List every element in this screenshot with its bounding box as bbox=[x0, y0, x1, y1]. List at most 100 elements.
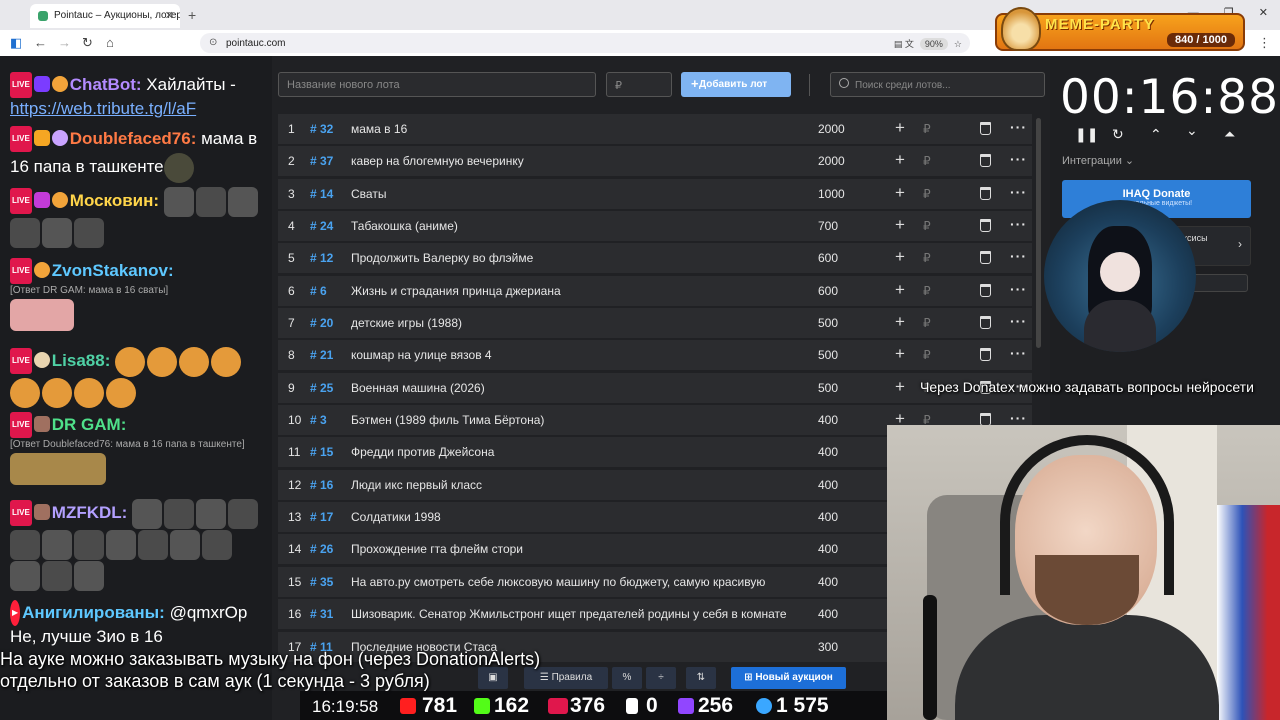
url-field[interactable]: ⊙ pointauc.com ▤ 文 90% ☆ bbox=[200, 33, 970, 53]
lot-search-input[interactable]: Поиск среди лотов... bbox=[830, 72, 1045, 97]
lot-name[interactable]: кавер на блогемную вечеринку bbox=[351, 154, 801, 168]
lot-amount[interactable]: 2000 bbox=[818, 122, 845, 136]
bookmark-star-icon[interactable]: ☆ bbox=[954, 39, 962, 49]
trash-icon[interactable] bbox=[980, 283, 991, 297]
lot-amount[interactable]: 500 bbox=[818, 381, 838, 395]
more-options-icon[interactable]: ··· bbox=[1010, 410, 1027, 426]
lot-name[interactable]: Люди икс первый класс bbox=[351, 478, 801, 492]
lot-amount[interactable]: 500 bbox=[818, 316, 838, 330]
trash-icon[interactable] bbox=[980, 348, 991, 362]
lot-amount[interactable]: 1000 bbox=[818, 187, 845, 201]
timer-up-icon[interactable]: ⌃ bbox=[1150, 126, 1162, 143]
trash-icon[interactable] bbox=[980, 219, 991, 233]
forward-icon[interactable]: → bbox=[58, 35, 71, 50]
more-options-icon[interactable]: ··· bbox=[1010, 345, 1027, 361]
add-amount-icon[interactable]: + bbox=[895, 247, 905, 267]
lot-amount[interactable]: 400 bbox=[818, 413, 838, 427]
timer-down-icon[interactable]: ⌄ bbox=[1186, 122, 1198, 139]
lot-name[interactable]: кошмар на улице вязов 4 bbox=[351, 348, 801, 362]
more-options-icon[interactable]: ··· bbox=[1010, 281, 1027, 297]
lot-name[interactable]: Продолжить Валерку во флэйме bbox=[351, 251, 801, 265]
lot-row[interactable]: 1 # 32 мама в 16 2000 + ₽ ··· bbox=[278, 114, 1032, 144]
lot-name[interactable]: Табакошка (аниме) bbox=[351, 219, 801, 233]
add-amount-icon[interactable]: + bbox=[895, 377, 905, 397]
lot-row[interactable]: 6 # 6 Жизнь и страдания принца джериана 600… bbox=[278, 275, 1032, 306]
add-amount-icon[interactable]: + bbox=[895, 118, 905, 138]
trash-icon[interactable] bbox=[980, 154, 991, 168]
reader-icon[interactable]: ▤ bbox=[894, 39, 903, 49]
lot-row[interactable]: 2 # 37 кавер на блогемную вечеринку 2000 + ₽ ·… bbox=[278, 146, 1032, 177]
timer-top-icon[interactable]: ⏶ bbox=[1224, 126, 1235, 143]
lot-amount[interactable]: 500 bbox=[818, 348, 838, 362]
add-amount-icon[interactable]: + bbox=[895, 280, 905, 300]
more-options-icon[interactable]: ··· bbox=[1010, 184, 1027, 200]
lot-name[interactable]: детские игры (1988) bbox=[351, 316, 801, 330]
lot-name-input[interactable]: Название нового лота bbox=[278, 72, 596, 97]
more-options-icon[interactable]: ··· bbox=[1010, 313, 1027, 329]
add-amount-icon[interactable]: + bbox=[895, 150, 905, 170]
lot-amount[interactable]: 400 bbox=[818, 542, 838, 556]
lot-row[interactable]: 3 # 14 Сваты 1000 + ₽ ··· bbox=[278, 178, 1032, 209]
trash-icon[interactable] bbox=[980, 316, 991, 330]
lot-row[interactable]: 5 # 12 Продолжить Валерку во флэйме 600 + ₽ ··… bbox=[278, 243, 1032, 274]
integrations-dropdown[interactable]: Интеграции ⌄ bbox=[1062, 154, 1134, 167]
chat-link[interactable]: https://web.tribute.tg/l/aF bbox=[10, 99, 196, 118]
site-info-icon[interactable]: ⊙ bbox=[209, 37, 217, 48]
zoom-level[interactable]: 90% bbox=[919, 38, 948, 50]
add-amount-icon[interactable]: + bbox=[895, 312, 905, 332]
lot-row[interactable]: 8 # 21 кошмар на улице вязов 4 500 + ₽ ··· bbox=[278, 340, 1032, 371]
trash-icon[interactable] bbox=[980, 186, 991, 200]
add-amount-icon[interactable]: + bbox=[895, 183, 905, 203]
reset-timer-icon[interactable]: ↻ bbox=[1112, 126, 1124, 143]
lot-name[interactable]: Солдатики 1998 bbox=[351, 510, 801, 524]
lot-amount[interactable]: 400 bbox=[818, 607, 838, 621]
lot-name[interactable]: Прохождение гта флейм стори bbox=[351, 542, 801, 556]
lot-sum-input[interactable]: ₽ bbox=[606, 72, 672, 97]
add-amount-icon[interactable]: + bbox=[895, 344, 905, 364]
lot-row[interactable]: 9 # 25 Военная машина (2026) 500 + ₽ ··· bbox=[278, 372, 1032, 403]
lot-amount[interactable]: 600 bbox=[818, 251, 838, 265]
more-options-icon[interactable]: ··· bbox=[1010, 119, 1027, 135]
reload-icon[interactable]: ↻ bbox=[82, 35, 93, 51]
lot-amount[interactable]: 400 bbox=[818, 445, 838, 459]
lot-amount[interactable]: 400 bbox=[818, 478, 838, 492]
browser-tab[interactable]: Pointauc – Аукционы, лотереи ✕ bbox=[30, 4, 180, 28]
trash-icon[interactable] bbox=[980, 251, 991, 265]
trash-icon[interactable] bbox=[980, 122, 991, 135]
menu-icon[interactable]: ⋮ bbox=[1258, 35, 1271, 51]
more-options-icon[interactable]: ··· bbox=[1010, 216, 1027, 232]
new-tab-icon[interactable]: + bbox=[188, 7, 196, 23]
home-icon[interactable]: ⌂ bbox=[106, 35, 114, 50]
sort-icon[interactable]: ⇅ bbox=[686, 667, 716, 689]
new-auction-button[interactable]: ⊞ Новый аукцион bbox=[731, 667, 846, 689]
more-options-icon[interactable]: ··· bbox=[1010, 151, 1027, 167]
lot-name[interactable]: Военная машина (2026) bbox=[351, 381, 801, 395]
lot-name[interactable]: Шизоварик. Сенатор Жмильстронг ищет пред… bbox=[351, 607, 801, 621]
lot-amount[interactable]: 300 bbox=[818, 640, 838, 654]
add-lot-button[interactable]: + Добавить лот bbox=[681, 72, 791, 97]
translate-icon[interactable]: 文 bbox=[905, 39, 914, 49]
lot-name[interactable]: На авто.ру смотреть себе люксовую машину… bbox=[351, 575, 801, 589]
lot-name[interactable]: мама в 16 bbox=[351, 122, 801, 136]
lot-amount[interactable]: 600 bbox=[818, 284, 838, 298]
lot-amount[interactable]: 700 bbox=[818, 219, 838, 233]
lot-name[interactable]: Жизнь и страдания принца джериана bbox=[351, 284, 801, 298]
lot-list-scrollbar[interactable] bbox=[1036, 118, 1041, 348]
lot-name[interactable]: Фредди против Джейсона bbox=[351, 445, 801, 459]
lot-row[interactable]: 4 # 24 Табакошка (аниме) 700 + ₽ ··· bbox=[278, 211, 1032, 242]
lot-amount[interactable]: 2000 bbox=[818, 154, 845, 168]
lot-amount[interactable]: 400 bbox=[818, 510, 838, 524]
pause-icon[interactable]: ❚❚ bbox=[1075, 126, 1098, 143]
more-options-icon[interactable]: ··· bbox=[1010, 248, 1027, 264]
close-window-icon[interactable]: ✕ bbox=[1259, 7, 1268, 19]
add-amount-icon[interactable]: + bbox=[895, 215, 905, 235]
lot-row[interactable]: 7 # 20 детские игры (1988) 500 + ₽ ··· bbox=[278, 308, 1032, 339]
sidebar-toggle-icon[interactable]: ◧ bbox=[10, 35, 22, 51]
percent-button[interactable]: % bbox=[612, 667, 642, 689]
divide-icon[interactable]: ÷ bbox=[646, 667, 676, 689]
close-tab-icon[interactable]: ✕ bbox=[165, 9, 174, 22]
lot-name[interactable]: Сваты bbox=[351, 187, 801, 201]
lot-amount[interactable]: 400 bbox=[818, 575, 838, 589]
back-icon[interactable]: ← bbox=[34, 35, 47, 50]
lot-name[interactable]: Бэтмен (1989 филь Тима Бёртона) bbox=[351, 413, 801, 427]
